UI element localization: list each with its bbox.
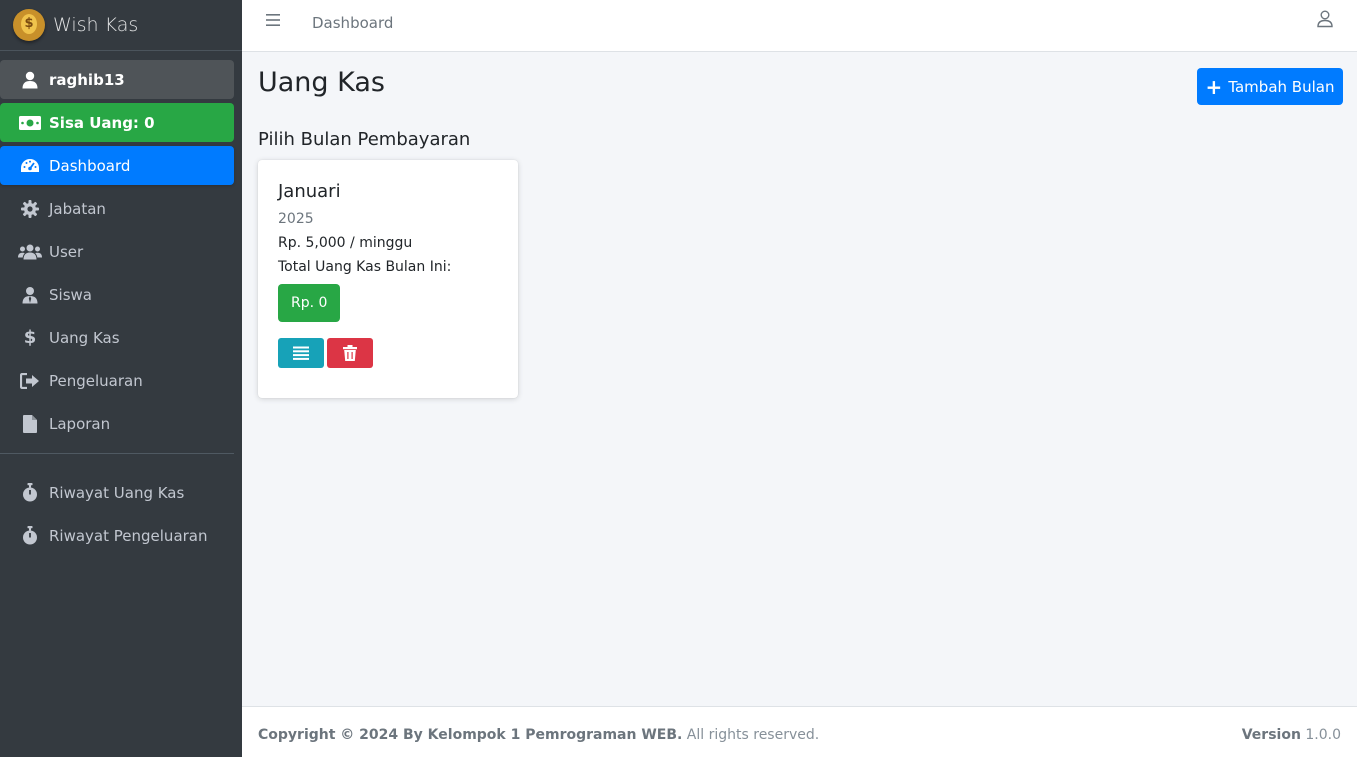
sidebar-item-label: Riwayat Uang Kas: [49, 483, 185, 502]
sidebar-item-uang-kas[interactable]: $ Uang Kas: [0, 318, 234, 357]
gear-icon: [18, 199, 42, 219]
version-value: 1.0.0: [1300, 727, 1341, 743]
file-icon: [18, 414, 42, 434]
card-actions: [278, 338, 498, 368]
breadcrumb[interactable]: Dashboard: [312, 14, 393, 32]
list-icon: [293, 346, 309, 360]
sidebar-divider: [0, 453, 234, 454]
brand-link[interactable]: Wish Kas: [0, 0, 242, 51]
add-month-label: Tambah Bulan: [1228, 77, 1335, 96]
money-bill-icon: [18, 113, 42, 133]
student-icon: [18, 285, 42, 305]
card-rate: Rp. 5,000 / minggu: [278, 235, 413, 251]
rights-text: All rights reserved.: [682, 727, 820, 743]
stopwatch-icon: [18, 483, 42, 503]
sidebar-item-laporan[interactable]: Laporan: [0, 404, 234, 443]
footer: Copyright © 2024 By Kelompok 1 Pemrogram…: [242, 706, 1357, 757]
top-navbar: Dashboard: [242, 0, 1357, 52]
balance-label: Sisa Uang: 0: [49, 113, 155, 132]
plus-icon: +: [1205, 74, 1223, 99]
card-year: 2025: [278, 211, 314, 227]
sidebar-nav: raghib13 Sisa Uang: 0 Dashboard Jabatan: [0, 51, 242, 555]
copyright-text: Copyright © 2024 By Kelompok 1 Pemrogram…: [258, 727, 683, 743]
card-total-badge: Rp. 0: [278, 284, 341, 322]
sidebar-item-jabatan[interactable]: Jabatan: [0, 189, 234, 228]
sign-out-icon: [18, 371, 42, 391]
footer-version: Version 1.0.0: [1242, 727, 1341, 743]
sidebar-balance[interactable]: Sisa Uang: 0: [0, 103, 234, 142]
detail-button[interactable]: [278, 338, 324, 368]
trash-icon: [343, 345, 357, 361]
coin-logo-icon: [13, 9, 45, 41]
brand-name: Wish Kas: [53, 14, 139, 36]
sidebar-item-label: Jabatan: [49, 199, 106, 218]
sidebar-item-label: Laporan: [49, 414, 111, 433]
section-title: Pilih Bulan Pembayaran: [258, 129, 471, 150]
stopwatch-icon: [18, 526, 42, 546]
sidebar-username: raghib13: [49, 70, 125, 89]
sidebar-item-label: Pengeluaran: [49, 371, 143, 390]
footer-copyright: Copyright © 2024 By Kelompok 1 Pemrogram…: [258, 727, 819, 743]
sidebar-item-label: Riwayat Pengeluaran: [49, 526, 208, 545]
users-icon: [18, 242, 42, 262]
page-title: Uang Kas: [258, 67, 385, 98]
menu-toggle-icon[interactable]: [266, 12, 282, 28]
sidebar-item-pengeluaran[interactable]: Pengeluaran: [0, 361, 234, 400]
card-total-label: Total Uang Kas Bulan Ini:: [278, 259, 452, 275]
sidebar-item-riwayat-uang-kas[interactable]: Riwayat Uang Kas: [0, 473, 234, 512]
add-month-button[interactable]: + Tambah Bulan: [1197, 68, 1343, 105]
dollar-icon: $: [23, 327, 37, 348]
version-label: Version: [1241, 727, 1301, 743]
sidebar: Wish Kas raghib13 Sisa Uang: 0 Dashboard: [0, 0, 242, 757]
user-menu-icon[interactable]: [1317, 10, 1335, 30]
user-icon: [18, 70, 42, 90]
delete-button[interactable]: [327, 338, 373, 368]
sidebar-user[interactable]: raghib13: [0, 60, 234, 99]
sidebar-item-riwayat-pengeluaran[interactable]: Riwayat Pengeluaran: [0, 516, 234, 555]
card-month: Januari: [278, 181, 341, 202]
sidebar-item-label: User: [49, 242, 84, 261]
month-card: Januari 2025 Rp. 5,000 / minggu Total Ua…: [258, 160, 518, 398]
sidebar-item-siswa[interactable]: Siswa: [0, 275, 234, 314]
dashboard-icon: [18, 156, 42, 176]
sidebar-item-dashboard[interactable]: Dashboard: [0, 146, 234, 185]
sidebar-item-label: Siswa: [49, 285, 92, 304]
sidebar-item-user[interactable]: User: [0, 232, 234, 271]
sidebar-item-label: Dashboard: [49, 156, 131, 175]
sidebar-item-label: Uang Kas: [49, 328, 120, 347]
